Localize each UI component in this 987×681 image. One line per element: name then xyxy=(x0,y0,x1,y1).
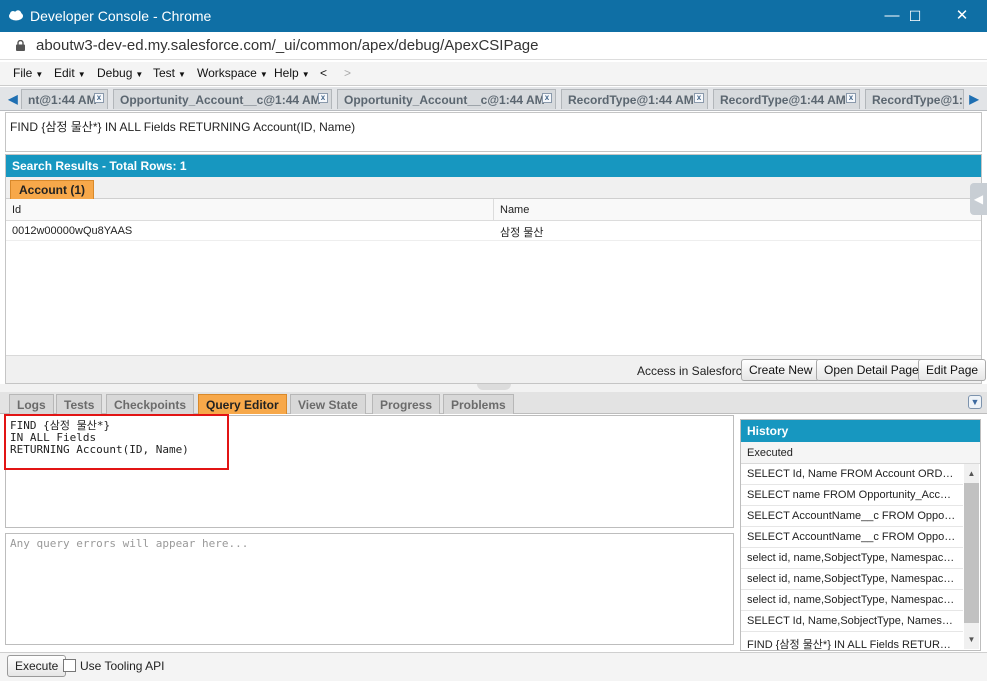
use-tooling-api-checkbox[interactable] xyxy=(63,659,76,672)
caret-down-icon: ▼ xyxy=(259,70,268,79)
tab-logs[interactable]: Logs xyxy=(9,394,54,414)
splitter-grip-icon[interactable] xyxy=(477,384,511,390)
file-tab[interactable]: Opportunity_Account__c@1:44 AM x xyxy=(337,89,556,109)
history-item[interactable]: SELECT name FROM Opportunity_Account__c xyxy=(741,485,963,506)
close-tab-icon[interactable]: x xyxy=(542,93,552,103)
results-tab-row: Account (1) xyxy=(6,177,981,199)
cell-id: 0012w00000wQu8YAAS xyxy=(12,225,133,237)
access-in-salesforce-label: Access in Salesforce: xyxy=(637,364,752,378)
column-header-name[interactable]: Name xyxy=(500,204,529,216)
tab-checkpoints[interactable]: Checkpoints xyxy=(106,394,195,414)
tab-view-state[interactable]: View State xyxy=(290,394,366,414)
menu-workspace[interactable]: Workspace ▼ xyxy=(197,66,268,80)
cell-name: 삼정 물산 xyxy=(500,227,544,239)
close-tab-icon[interactable]: x xyxy=(318,93,328,103)
history-item[interactable]: SELECT Id, Name FROM Account ORDER BY Na… xyxy=(741,464,963,485)
file-tab[interactable]: RecordType@1:44 AM x xyxy=(561,89,708,109)
tab-tests[interactable]: Tests xyxy=(56,394,103,414)
history-column-header[interactable]: Executed xyxy=(741,442,980,464)
file-tab[interactable]: RecordType@1:4 xyxy=(865,89,964,109)
search-results-panel: Search Results - Total Rows: 1 Account (… xyxy=(5,154,987,384)
menu-test[interactable]: Test ▼ xyxy=(153,66,186,80)
history-item[interactable]: FIND {삼정 물산*} IN ALL Fields RETURNING Ac… xyxy=(741,632,963,650)
search-results-header: Search Results - Total Rows: 1 xyxy=(6,155,981,177)
column-header-id[interactable]: Id xyxy=(12,204,21,216)
open-detail-page-button[interactable]: Open Detail Page xyxy=(816,359,927,381)
history-item[interactable]: SELECT Id, Name,SobjectType, NamespacePr… xyxy=(741,611,963,632)
file-tab[interactable]: nt@1:44 AM x xyxy=(21,89,108,109)
caret-down-icon: ▼ xyxy=(301,70,310,79)
page-url[interactable]: aboutw3-dev-ed.my.salesforce.com/_ui/com… xyxy=(36,37,539,54)
scroll-down-icon[interactable]: ▼ xyxy=(964,632,979,648)
create-new-button[interactable]: Create New xyxy=(741,359,821,381)
window-title: Developer Console - Chrome xyxy=(30,8,212,24)
file-tab[interactable]: Opportunity_Account__c@1:44 AM x xyxy=(113,89,332,109)
table-row[interactable]: 0012w00000wQu8YAAS 삼정 물산 xyxy=(6,221,981,241)
file-tab-bar: ◀ nt@1:44 AM x Opportunity_Account__c@1:4… xyxy=(0,87,987,111)
menu-file[interactable]: File ▼ xyxy=(13,66,43,80)
history-item[interactable]: select id, name,SobjectType, NamespacePr… xyxy=(741,548,963,569)
bottom-action-bar: Execute Use Tooling API xyxy=(0,652,987,681)
nav-back-button[interactable]: < xyxy=(320,66,327,80)
tab-scroll-left-icon[interactable]: ◀ xyxy=(6,91,20,107)
menu-edit[interactable]: Edit ▼ xyxy=(54,66,86,80)
execute-button[interactable]: Execute xyxy=(7,655,67,677)
use-tooling-api-label[interactable]: Use Tooling API xyxy=(80,659,165,673)
tab-progress[interactable]: Progress xyxy=(372,394,441,414)
history-item[interactable]: select id, name,SobjectType, NamespacePr… xyxy=(741,590,963,611)
history-item[interactable]: SELECT AccountName__c FROM Opportunity_A… xyxy=(741,527,963,548)
window-titlebar: Developer Console - Chrome — ☐ ✕ xyxy=(0,0,987,32)
address-bar[interactable]: aboutw3-dev-ed.my.salesforce.com/_ui/com… xyxy=(0,32,987,60)
lock-icon xyxy=(16,40,25,51)
results-footer: Access in Salesforce: Create New Open De… xyxy=(6,355,987,383)
tab-query-editor[interactable]: Query Editor xyxy=(198,394,287,414)
maximize-button[interactable]: ☐ xyxy=(895,4,935,28)
close-tab-icon[interactable]: x xyxy=(694,93,704,103)
collapse-side-panel-icon[interactable]: ◀ xyxy=(970,183,987,215)
history-scroll-thumb[interactable] xyxy=(964,483,979,623)
annotation-highlight-box xyxy=(4,414,229,470)
bottom-tab-bar: Logs Tests Checkpoints Query Editor View… xyxy=(0,392,987,414)
edit-page-button[interactable]: Edit Page xyxy=(918,359,987,381)
query-errors-area: Any query errors will appear here... xyxy=(5,533,734,645)
caret-down-icon: ▼ xyxy=(178,70,186,79)
tab-scroll-right-icon[interactable]: ▶ xyxy=(967,91,981,107)
caret-down-icon: ▼ xyxy=(77,70,86,79)
panel-splitter[interactable] xyxy=(0,384,987,392)
close-tab-icon[interactable]: x xyxy=(94,93,104,103)
history-item[interactable]: select id, name,SobjectType, NamespacePr… xyxy=(741,569,963,590)
history-panel: History Executed SELECT Id, Name FROM Ac… xyxy=(740,419,981,651)
history-title: History xyxy=(741,420,980,442)
column-divider[interactable] xyxy=(493,199,494,221)
history-item[interactable]: SELECT AccountName__c FROM Opportunity_A… xyxy=(741,506,963,527)
nav-forward-button[interactable]: > xyxy=(344,66,351,80)
expand-panel-icon[interactable]: ▼ xyxy=(968,395,982,409)
results-grid-header: Id Name xyxy=(6,199,981,221)
caret-down-icon: ▼ xyxy=(135,70,144,79)
menu-help[interactable]: Help ▼ xyxy=(274,66,310,80)
query-text-area[interactable]: FIND {삼정 물산*} IN ALL Fields RETURNING Ac… xyxy=(5,112,982,152)
close-tab-icon[interactable]: x xyxy=(846,93,856,103)
tab-problems[interactable]: Problems xyxy=(443,394,514,414)
menu-debug[interactable]: Debug ▼ xyxy=(97,66,143,80)
salesforce-cloud-icon xyxy=(9,10,23,21)
tab-account-results[interactable]: Account (1) xyxy=(10,180,94,199)
menu-bar: File ▼ Edit ▼ Debug ▼ Test ▼ Workspace ▼ Help… xyxy=(0,62,987,86)
file-tab[interactable]: RecordType@1:44 AM x xyxy=(713,89,860,109)
caret-down-icon: ▼ xyxy=(35,70,44,79)
scroll-up-icon[interactable]: ▲ xyxy=(964,466,979,482)
close-window-button[interactable]: ✕ xyxy=(942,4,982,28)
